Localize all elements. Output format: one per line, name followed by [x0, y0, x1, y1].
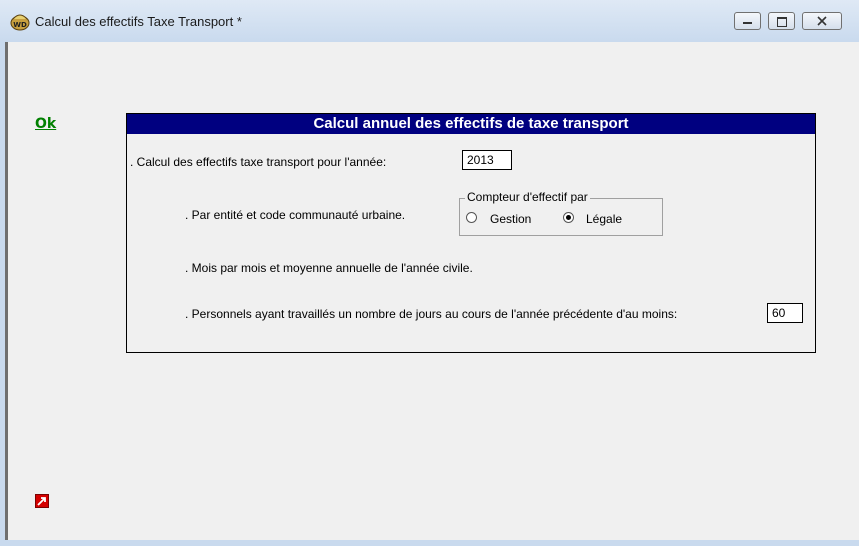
title-bar[interactable]: WD Calcul des effectifs Taxe Transport * — [0, 0, 859, 42]
app-icon: WD — [10, 14, 30, 31]
days-input[interactable]: 60 — [767, 303, 803, 323]
close-icon — [817, 16, 827, 26]
year-label: . Calcul des effectifs taxe transport po… — [130, 155, 387, 169]
window-left-border — [0, 42, 9, 546]
maximize-button[interactable] — [768, 12, 795, 30]
svg-text:WD: WD — [13, 21, 27, 29]
radio-legale[interactable] — [563, 212, 574, 223]
entity-label: . Par entité et code communauté urbaine. — [185, 208, 406, 222]
radio-gestion[interactable] — [466, 212, 477, 223]
monthly-label: . Mois par mois et moyenne annuelle de l… — [185, 261, 473, 275]
window-title: Calcul des effectifs Taxe Transport * — [35, 14, 242, 29]
minimize-button[interactable] — [734, 12, 761, 30]
window-bottom-border — [0, 540, 859, 546]
arrow-out-icon[interactable] — [35, 494, 49, 508]
year-input[interactable]: 2013 — [462, 150, 512, 170]
close-button[interactable] — [802, 12, 842, 30]
counter-group-legend: Compteur d'effectif par — [465, 190, 590, 204]
arrow-out-glyph — [37, 497, 46, 506]
panel-title: Calcul annuel des effectifs de taxe tran… — [127, 114, 815, 134]
days-label: . Personnels ayant travaillés un nombre … — [185, 307, 678, 321]
ok-button[interactable]: Ok — [35, 116, 56, 132]
minimize-icon — [743, 22, 752, 24]
radio-selected-dot — [566, 215, 571, 220]
maximize-icon — [777, 17, 787, 27]
radio-legale-label[interactable]: Légale — [586, 212, 622, 226]
app-window: WD Calcul des effectifs Taxe Transport *… — [0, 0, 859, 546]
radio-gestion-label[interactable]: Gestion — [490, 212, 531, 226]
